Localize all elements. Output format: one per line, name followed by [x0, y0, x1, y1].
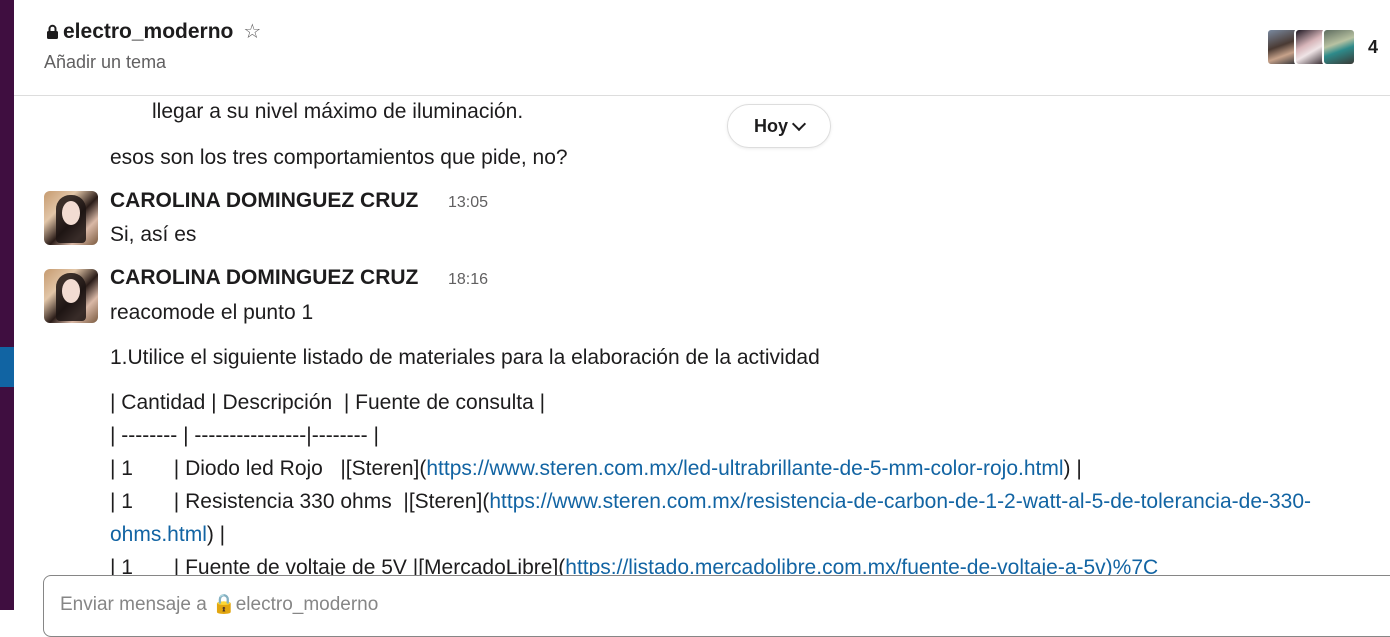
channel-header: electro_moderno ☆ Añadir un tema 4 — [14, 0, 1390, 96]
member-avatar — [1321, 28, 1356, 66]
table-row-text: | 1 | Resistencia 330 ohms |[Steren]( — [110, 490, 490, 513]
message-input[interactable] — [60, 594, 960, 616]
date-divider-label: Hoy — [753, 115, 788, 136]
table-row-text: | 1 | Fuente de voltaje de 5V |[MercadoL… — [110, 556, 566, 576]
table-row: | 1 | Diodo led Rojo |[Steren](https://w… — [110, 457, 1082, 481]
message-text: reacomode el punto 1 — [110, 301, 314, 324]
message-text: llegar a su nivel máximo de iluminación. — [152, 100, 524, 123]
message-author[interactable]: CAROLINA DOMINGUEZ CRUZ — [110, 266, 418, 290]
table-row-continued: ohms.html) | — [110, 523, 225, 547]
workspace-sidebar — [0, 0, 14, 610]
table-row-text: ) | — [1063, 457, 1082, 480]
message-text: esos son los tres comportamientos que pi… — [110, 146, 568, 169]
message-timestamp[interactable]: 13:05 — [448, 194, 488, 212]
message-text: Si, así es — [110, 223, 197, 246]
table-row-text: ) | — [206, 523, 226, 546]
channel-name[interactable]: electro_moderno — [63, 20, 233, 44]
steren-resistor-link-cont[interactable]: ohms.html — [110, 523, 207, 546]
member-count: 4 — [1367, 36, 1378, 57]
table-row: | 1 | Resistencia 330 ohms |[Steren](htt… — [110, 490, 1311, 514]
mercadolibre-link[interactable]: https://listado.mercadolibre.com.mx/fuen… — [565, 556, 1158, 576]
star-icon[interactable]: ☆ — [243, 22, 261, 42]
sidebar-active-indicator — [0, 347, 14, 387]
avatar[interactable] — [44, 191, 98, 245]
message-list[interactable]: llegar a su nivel máximo de iluminación.… — [14, 96, 1390, 576]
table-row: | 1 | Fuente de voltaje de 5V |[MercadoL… — [110, 556, 1158, 576]
add-topic-link[interactable]: Añadir un tema — [44, 52, 166, 73]
table-row-text: | 1 | Diodo led Rojo |[Steren]( — [110, 457, 427, 480]
message-author[interactable]: CAROLINA DOMINGUEZ CRUZ — [110, 189, 418, 213]
date-divider-button[interactable]: Hoy — [727, 104, 831, 148]
channel-title[interactable]: electro_moderno ☆ — [46, 20, 261, 44]
message-text: 1.Utilice el siguiente listado de materi… — [110, 346, 820, 369]
steren-resistor-link[interactable]: https://www.steren.com.mx/resistencia-de… — [489, 490, 1311, 513]
message-composer[interactable] — [43, 575, 1390, 637]
avatar[interactable] — [44, 269, 98, 323]
lock-icon — [47, 24, 58, 39]
member-list-button[interactable]: 4 — [1265, 28, 1378, 66]
chevron-down-icon — [791, 116, 807, 131]
steren-led-link[interactable]: https://www.steren.com.mx/led-ultrabrill… — [426, 457, 1063, 480]
table-header-line: | Cantidad | Descripción | Fuente de con… — [110, 391, 546, 414]
message-timestamp[interactable]: 18:16 — [448, 271, 488, 289]
table-separator-line: | -------- | ----------------|-------- | — [110, 424, 379, 447]
